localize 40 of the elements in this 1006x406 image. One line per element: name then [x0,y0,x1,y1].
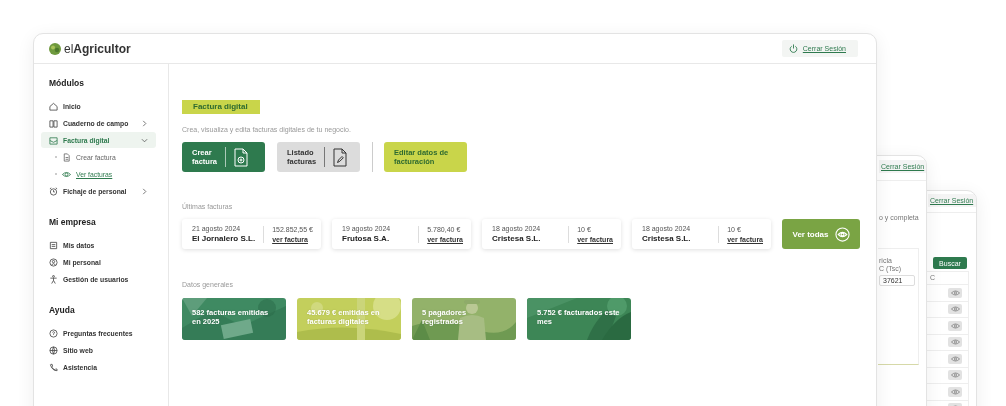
list-icon [49,240,58,250]
page-title: Factura digital [182,100,260,114]
user-circle-icon [49,257,58,267]
document-icon [62,152,71,162]
eye-icon [950,388,960,395]
company-name: Cristesa S.L. [492,234,542,243]
eye-icon [834,226,850,242]
home-icon [49,101,58,111]
document-plus-icon [234,147,248,167]
company-name: Frutosa S.A. [342,234,391,243]
eye-icon [950,289,960,296]
logo-icon [49,42,61,55]
eye-icon [950,322,960,329]
section-heading: Mi empresa [49,217,96,227]
eye-icon [950,372,960,379]
eye-icon [62,169,71,179]
view-button[interactable] [948,337,962,348]
power-icon [788,44,798,53]
company-name: El Jornalero S.L. [192,234,257,243]
eye-icon [950,355,960,362]
globe-icon [49,345,58,355]
help-icon [49,328,58,338]
eye-icon [950,339,960,346]
view-button[interactable] [948,370,962,381]
company-name: Cristesa S.L. [642,234,692,243]
phone-icon [49,362,58,372]
brand-logo: elAgricultor [64,41,131,56]
view-button[interactable] [948,287,962,298]
person-icon [49,274,58,284]
view-button[interactable] [948,304,962,315]
section-heading: Ayuda [49,305,75,315]
view-button[interactable] [948,386,962,397]
eye-icon [950,306,960,313]
document-pen-icon [333,147,348,167]
alarm-clock-icon [49,186,58,196]
view-button[interactable] [948,353,962,364]
inbox-icon [49,135,58,145]
view-button[interactable] [948,320,962,331]
section-heading: Módulos [49,78,84,88]
book-icon [49,118,58,128]
